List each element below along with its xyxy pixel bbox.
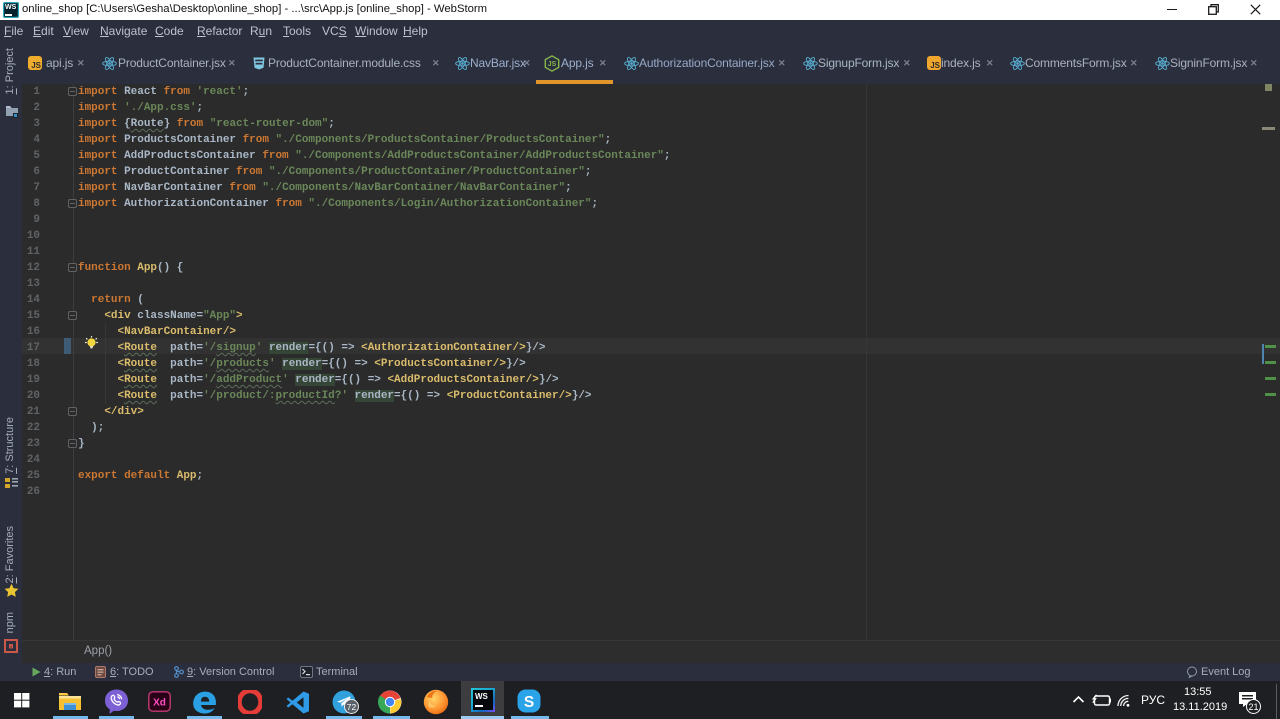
- svg-text:Xd: Xd: [153, 698, 166, 709]
- svg-text:JS: JS: [548, 61, 557, 68]
- svg-text:S: S: [524, 694, 534, 711]
